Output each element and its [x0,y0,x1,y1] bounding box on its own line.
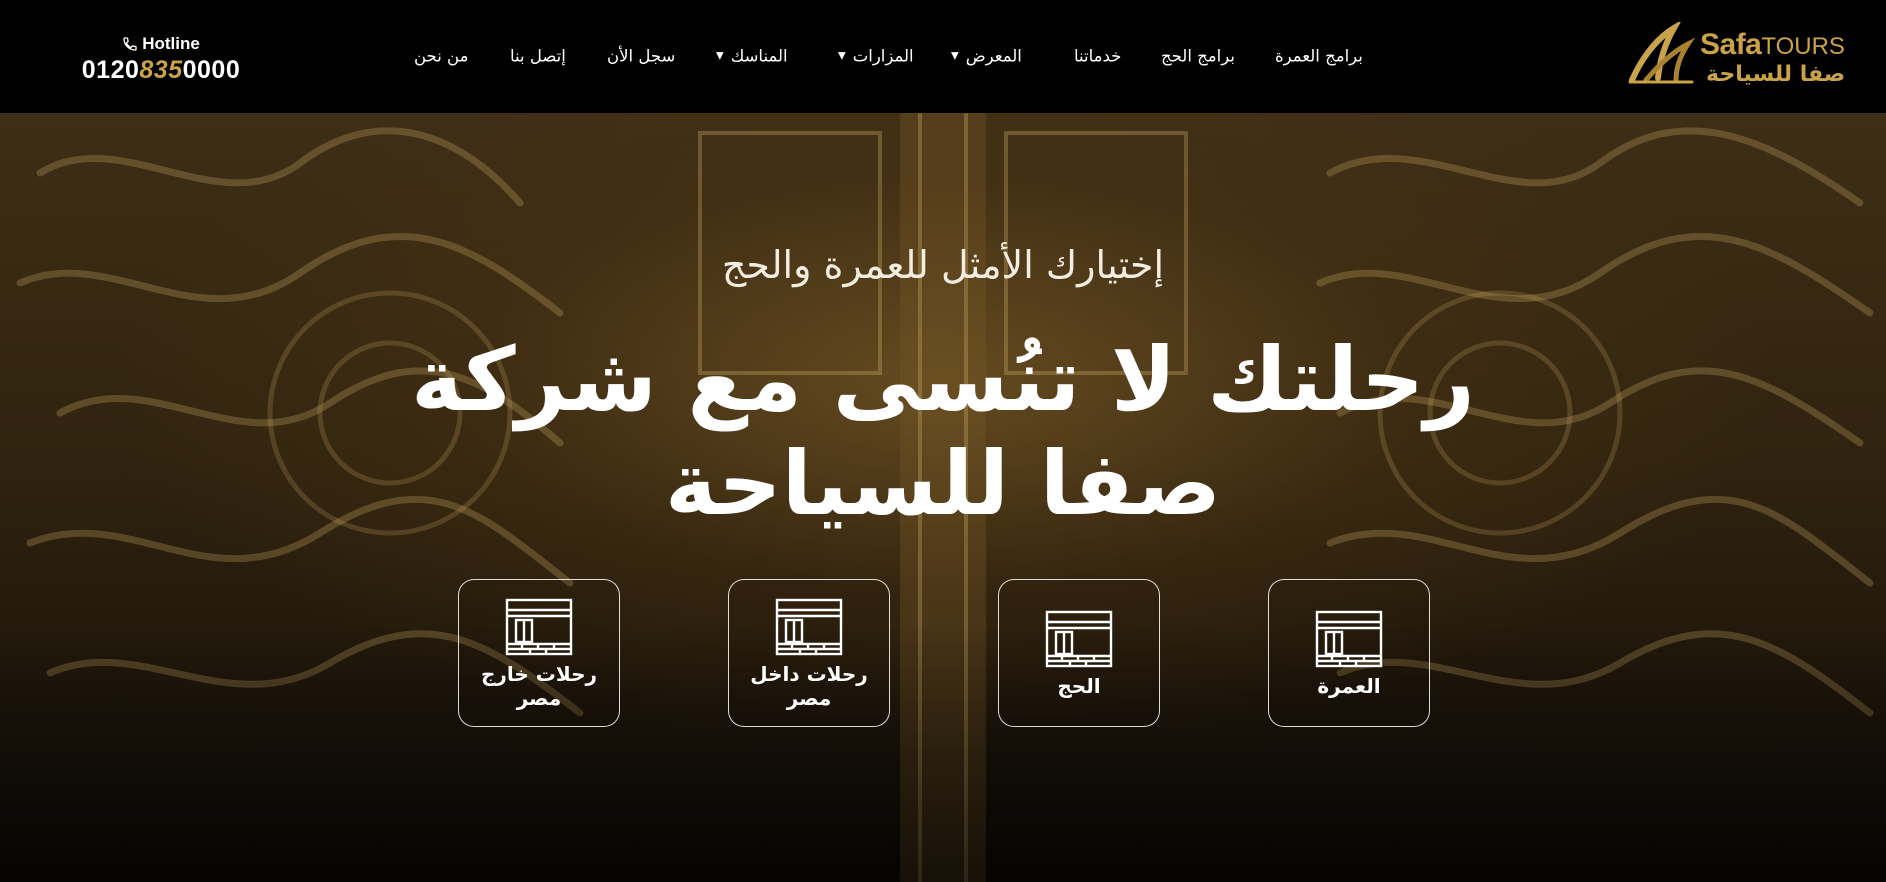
kaaba-icon [1315,610,1383,668]
nav-about-us[interactable]: من نحن [414,47,468,66]
logo-safa: Safa [1700,28,1762,61]
nav-label: من نحن [414,46,469,66]
card-domestic-trips[interactable]: رحلات داخل مصر [728,579,890,727]
nav-label: برامج الحج [1161,46,1235,66]
chevron-down-icon: ▼ [716,50,724,62]
hero-headline-line-2: صفا للسياحة [664,432,1222,535]
hero-section: إختيارك الأمثل للعمرة والحج رحلتك لا تنُ… [0,113,1886,882]
hero-subtitle: إختيارك الأمثل للعمرة والحج [721,243,1165,287]
card-umrah[interactable]: العمرة [1268,579,1430,727]
chevron-down-icon: ▼ [951,50,959,62]
card-label: رحلات داخل مصر [750,662,868,710]
hotline-title: Hotline [76,34,246,54]
logo-wordmark-ar: صفا للسياحة [1706,62,1846,87]
nav-label: خدماتنا [1074,46,1122,66]
hotline-label: Hotline [142,34,200,53]
site-header: Hotline 01208350000 برامج العمرة برامج ا… [0,0,1886,113]
site-logo[interactable]: SafaTOURS صفا للسياحة [1626,22,1845,88]
card-international-trips[interactable]: رحلات خارج مصر [458,579,620,727]
main-nav: برامج العمرة برامج الحج خدماتنا المعرض ▼… [0,47,1886,80]
nav-label: المناسك [730,46,788,66]
card-label: العمرة [1317,674,1381,698]
card-label: الحج [1057,674,1101,698]
nav-hajj-programs[interactable]: برامج الحج [1161,47,1235,66]
nav-rituals[interactable]: المناسك ▼ [716,47,788,66]
safa-logo-mark [1628,22,1696,84]
nav-label: برامج العمرة [1275,46,1363,66]
nav-services[interactable]: خدماتنا [1074,47,1121,66]
nav-label: إتصل بنا [510,46,566,66]
hero-bottom-shade [0,622,1886,882]
kaaba-icon [775,598,843,656]
logo-tours: TOURS [1761,33,1845,60]
phone-icon [123,37,137,51]
nav-label: سجل الأن [607,46,676,66]
nav-gallery[interactable]: المعرض ▼ [951,47,1022,66]
kaaba-icon [1045,610,1113,668]
nav-label: المعرض [965,46,1022,66]
chevron-down-icon: ▼ [838,50,846,62]
hero-headline: رحلتك لا تنُسى مع شركة صفا للسياحة [343,328,1543,536]
nav-register-now[interactable]: سجل الأن [607,47,675,66]
nav-contact-us[interactable]: إتصل بنا [510,47,566,66]
nav-sights[interactable]: المزارات ▼ [838,47,914,66]
nav-umrah-programs[interactable]: برامج العمرة [1275,47,1363,66]
nav-label: المزارات [852,46,914,66]
card-label: رحلات خارج مصر [480,662,598,710]
kaaba-icon [505,598,573,656]
card-hajj[interactable]: الحج [998,579,1160,727]
logo-wordmark-en: SafaTOURS [1700,28,1845,62]
hero-headline-line-1: رحلتك لا تنُسى مع شركة [411,328,1475,431]
